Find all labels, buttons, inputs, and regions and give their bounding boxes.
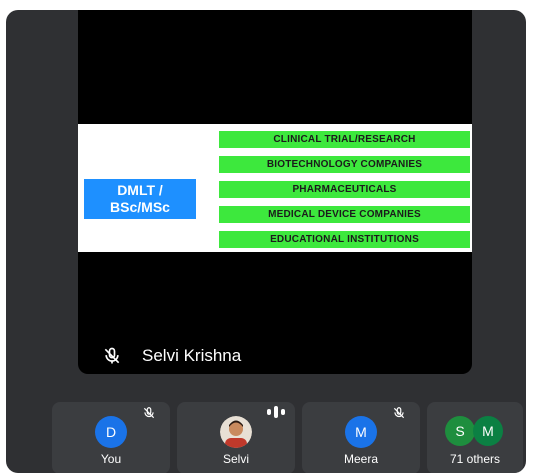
career-item: BIOTECHNOLOGY COMPANIES: [219, 156, 470, 173]
participant-tile-others[interactable]: S M 71 others: [427, 402, 523, 473]
career-item: MEDICAL DEVICE COMPANIES: [219, 206, 470, 223]
participant-name: Meera: [343, 452, 378, 466]
participant-name: Selvi: [222, 452, 249, 466]
main-video-stage[interactable]: DMLT / BSc/MSc CLINICAL TRIAL/RESEARCH B…: [78, 10, 472, 374]
career-item: PHARMACEUTICALS: [219, 181, 470, 198]
avatar-photo: [220, 416, 252, 448]
mic-off-icon: [143, 407, 155, 419]
shared-slide: DMLT / BSc/MSc CLINICAL TRIAL/RESEARCH B…: [78, 124, 472, 252]
mic-off-icon: [104, 347, 120, 364]
speaker-label-bar: Selvi Krishna: [78, 338, 472, 374]
avatar: M: [473, 416, 503, 446]
speaking-indicator-icon: [267, 406, 285, 418]
participant-name: 71 others: [449, 452, 501, 466]
avatar: M: [345, 416, 377, 448]
participant-tile-selvi[interactable]: Selvi: [177, 402, 295, 473]
degree-box: DMLT / BSc/MSc: [84, 179, 196, 219]
degree-line-2: BSc/MSc: [110, 199, 170, 215]
participant-tile-you[interactable]: D You: [52, 402, 170, 473]
participant-tile-meera[interactable]: M Meera: [302, 402, 420, 473]
career-item: CLINICAL TRIAL/RESEARCH: [219, 131, 470, 148]
avatar: D: [95, 416, 127, 448]
degree-line-1: DMLT /: [117, 182, 163, 198]
speaker-name: Selvi Krishna: [142, 346, 242, 365]
participant-name: You: [100, 452, 122, 466]
career-item: EDUCATIONAL INSTITUTIONS: [219, 231, 470, 248]
avatar: S: [445, 416, 475, 446]
mic-off-icon: [393, 407, 405, 419]
meeting-window: DMLT / BSc/MSc CLINICAL TRIAL/RESEARCH B…: [6, 10, 526, 473]
